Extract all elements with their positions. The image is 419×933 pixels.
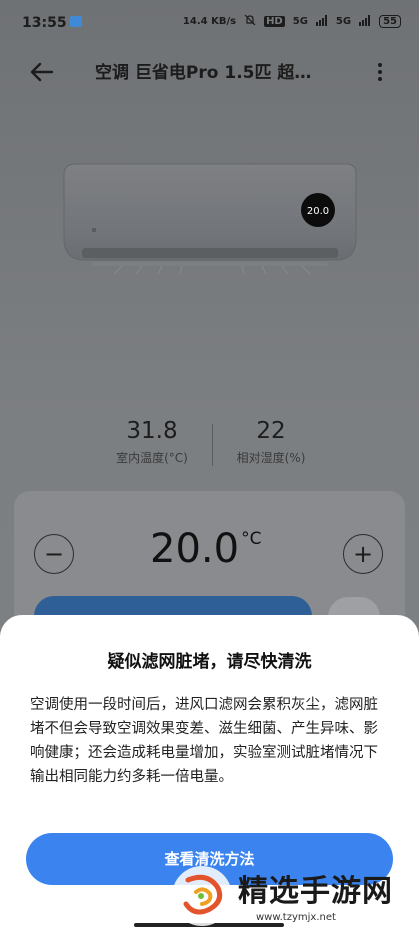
target-temperature: 20.0 °C <box>150 526 261 572</box>
decrease-temp-button[interactable]: − <box>34 534 74 574</box>
temperature-value: 20.0 <box>150 526 240 572</box>
notification-icon <box>70 16 82 27</box>
status-time: 13:55 <box>22 15 67 31</box>
sensor-stats: 31.8 室内温度(°C) 22 相对湿度(%) <box>0 418 419 478</box>
temperature-unit: °C <box>241 529 262 549</box>
mute-icon <box>244 14 256 29</box>
battery-indicator: 55 <box>379 15 401 28</box>
back-arrow-icon[interactable] <box>28 58 56 86</box>
watermark-text: 精选手游网 <box>238 874 393 909</box>
increase-temp-button[interactable]: + <box>343 534 383 574</box>
air-conditioner-image: 20.0 <box>63 163 357 274</box>
watermark-url: www.tzymjx.net <box>256 912 336 923</box>
humidity-stat: 22 相对湿度(%) <box>216 418 326 466</box>
indoor-temp-value: 31.8 <box>126 418 178 444</box>
indoor-temp-label: 室内温度(°C) <box>116 451 188 465</box>
signal-5g-2: 5G <box>335 16 352 27</box>
status-bar: 13:55 14.4 KB/s HD 5G 5G 55 <box>0 0 419 44</box>
signal-bars-icon <box>315 14 328 29</box>
indoor-temp-stat: 31.8 室内温度(°C) <box>97 418 207 466</box>
ac-display-temp: 20.0 <box>307 206 329 217</box>
net-speed: 14.4 KB/s <box>182 16 237 27</box>
stats-divider <box>212 424 213 466</box>
signal-bars-icon-2 <box>359 14 371 29</box>
watermark-emblem-icon <box>172 866 232 926</box>
hd-badge: HD <box>264 16 285 27</box>
app-screen: 13:55 14.4 KB/s HD 5G 5G 55 空调 巨省电Pro 1.… <box>0 0 419 933</box>
sheet-title: 疑似滤网脏堵，请尽快清洗 <box>107 652 312 672</box>
page-title: 空调 巨省电Pro 1.5匹 超… <box>95 63 312 83</box>
sheet-body-text: 空调使用一段时间后，进风口滤网会累积灰尘，滤网脏堵不但会导致空调效果变差、滋生细… <box>30 697 378 785</box>
humidity-label: 相对湿度(%) <box>236 451 306 465</box>
top-bar: 空调 巨省电Pro 1.5匹 超… <box>0 54 419 90</box>
watermark-logo: 精选手游网 www.tzymjx.net <box>168 860 419 933</box>
more-options-icon[interactable] <box>373 58 387 86</box>
signal-5g-1: 5G <box>292 16 308 27</box>
humidity-value: 22 <box>256 418 286 444</box>
status-indicators: 14.4 KB/s HD 5G 5G 55 <box>183 14 401 29</box>
